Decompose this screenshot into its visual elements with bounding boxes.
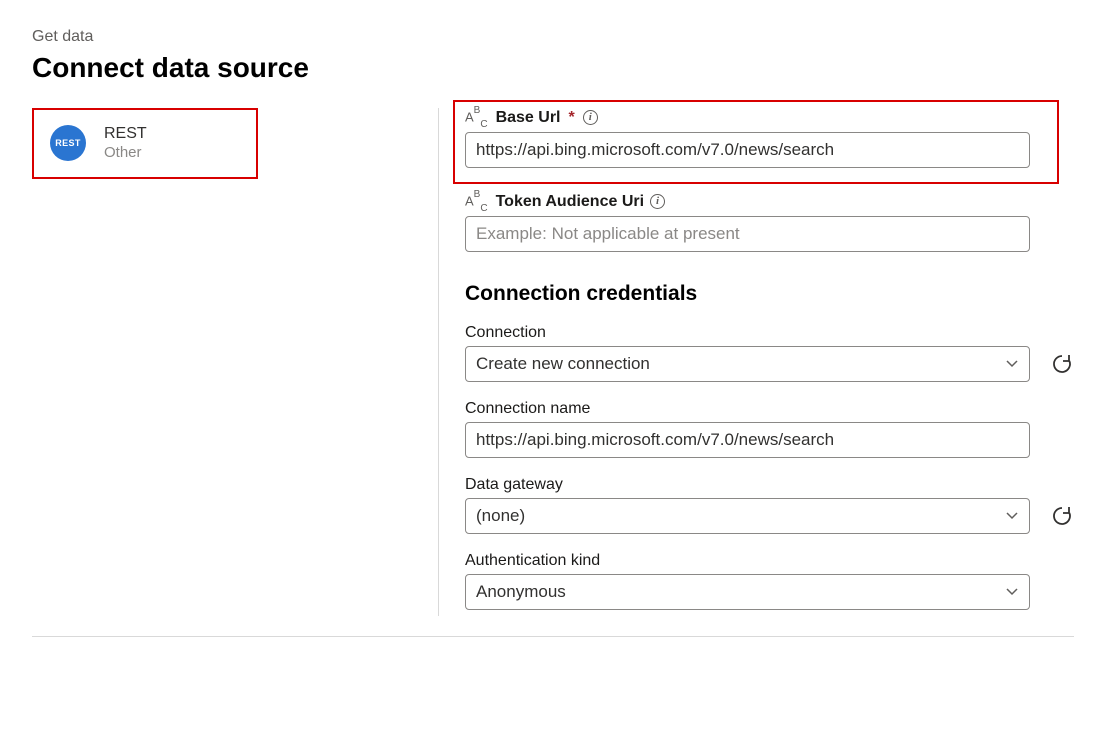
refresh-connection-button[interactable]	[1050, 350, 1078, 378]
chevron-down-icon	[1005, 357, 1019, 371]
connector-texts: REST Other	[104, 124, 147, 163]
connection-name-label: Connection name	[465, 400, 1078, 418]
chevron-down-icon	[1005, 509, 1019, 523]
token-audience-input[interactable]	[465, 216, 1030, 252]
connection-label: Connection	[465, 324, 1078, 342]
connector-title: REST	[104, 124, 147, 144]
credentials-heading: Connection credentials	[465, 282, 1078, 306]
form-panel: ABC Base Url * i ABC Token Audience Uri …	[465, 108, 1078, 616]
connection-name-input[interactable]	[465, 422, 1030, 458]
connector-list: REST REST Other	[32, 108, 412, 616]
page-title: Connect data source	[32, 52, 1074, 84]
info-icon[interactable]: i	[583, 110, 598, 125]
base-url-label: ABC Base Url * i	[465, 108, 1047, 128]
auth-kind-label: Authentication kind	[465, 552, 1078, 570]
connection-select[interactable]: Create new connection	[465, 346, 1030, 382]
footer-divider	[32, 636, 1074, 637]
data-gateway-value: (none)	[476, 506, 525, 526]
token-audience-label-text: Token Audience Uri	[496, 193, 644, 211]
chevron-down-icon	[1005, 585, 1019, 599]
auth-kind-value: Anonymous	[476, 582, 566, 602]
auth-kind-select[interactable]: Anonymous	[465, 574, 1030, 610]
base-url-label-text: Base Url	[496, 109, 561, 127]
rest-icon: REST	[50, 125, 86, 161]
data-gateway-select[interactable]: (none)	[465, 498, 1030, 534]
text-type-icon: ABC	[465, 108, 488, 128]
vertical-divider	[438, 108, 439, 616]
data-gateway-label: Data gateway	[465, 476, 1078, 494]
text-type-icon: ABC	[465, 192, 488, 212]
connection-value: Create new connection	[476, 354, 650, 374]
breadcrumb: Get data	[32, 28, 1074, 46]
main-layout: REST REST Other ABC Base Url * i ABC	[32, 108, 1074, 616]
info-icon[interactable]: i	[650, 194, 665, 209]
connector-subtitle: Other	[104, 144, 147, 163]
token-audience-label: ABC Token Audience Uri i	[465, 192, 1078, 212]
connector-card-rest[interactable]: REST REST Other	[32, 108, 258, 179]
base-url-highlight: ABC Base Url * i	[453, 100, 1059, 184]
refresh-gateway-button[interactable]	[1050, 502, 1078, 530]
required-indicator: *	[569, 109, 575, 127]
base-url-input[interactable]	[465, 132, 1030, 168]
